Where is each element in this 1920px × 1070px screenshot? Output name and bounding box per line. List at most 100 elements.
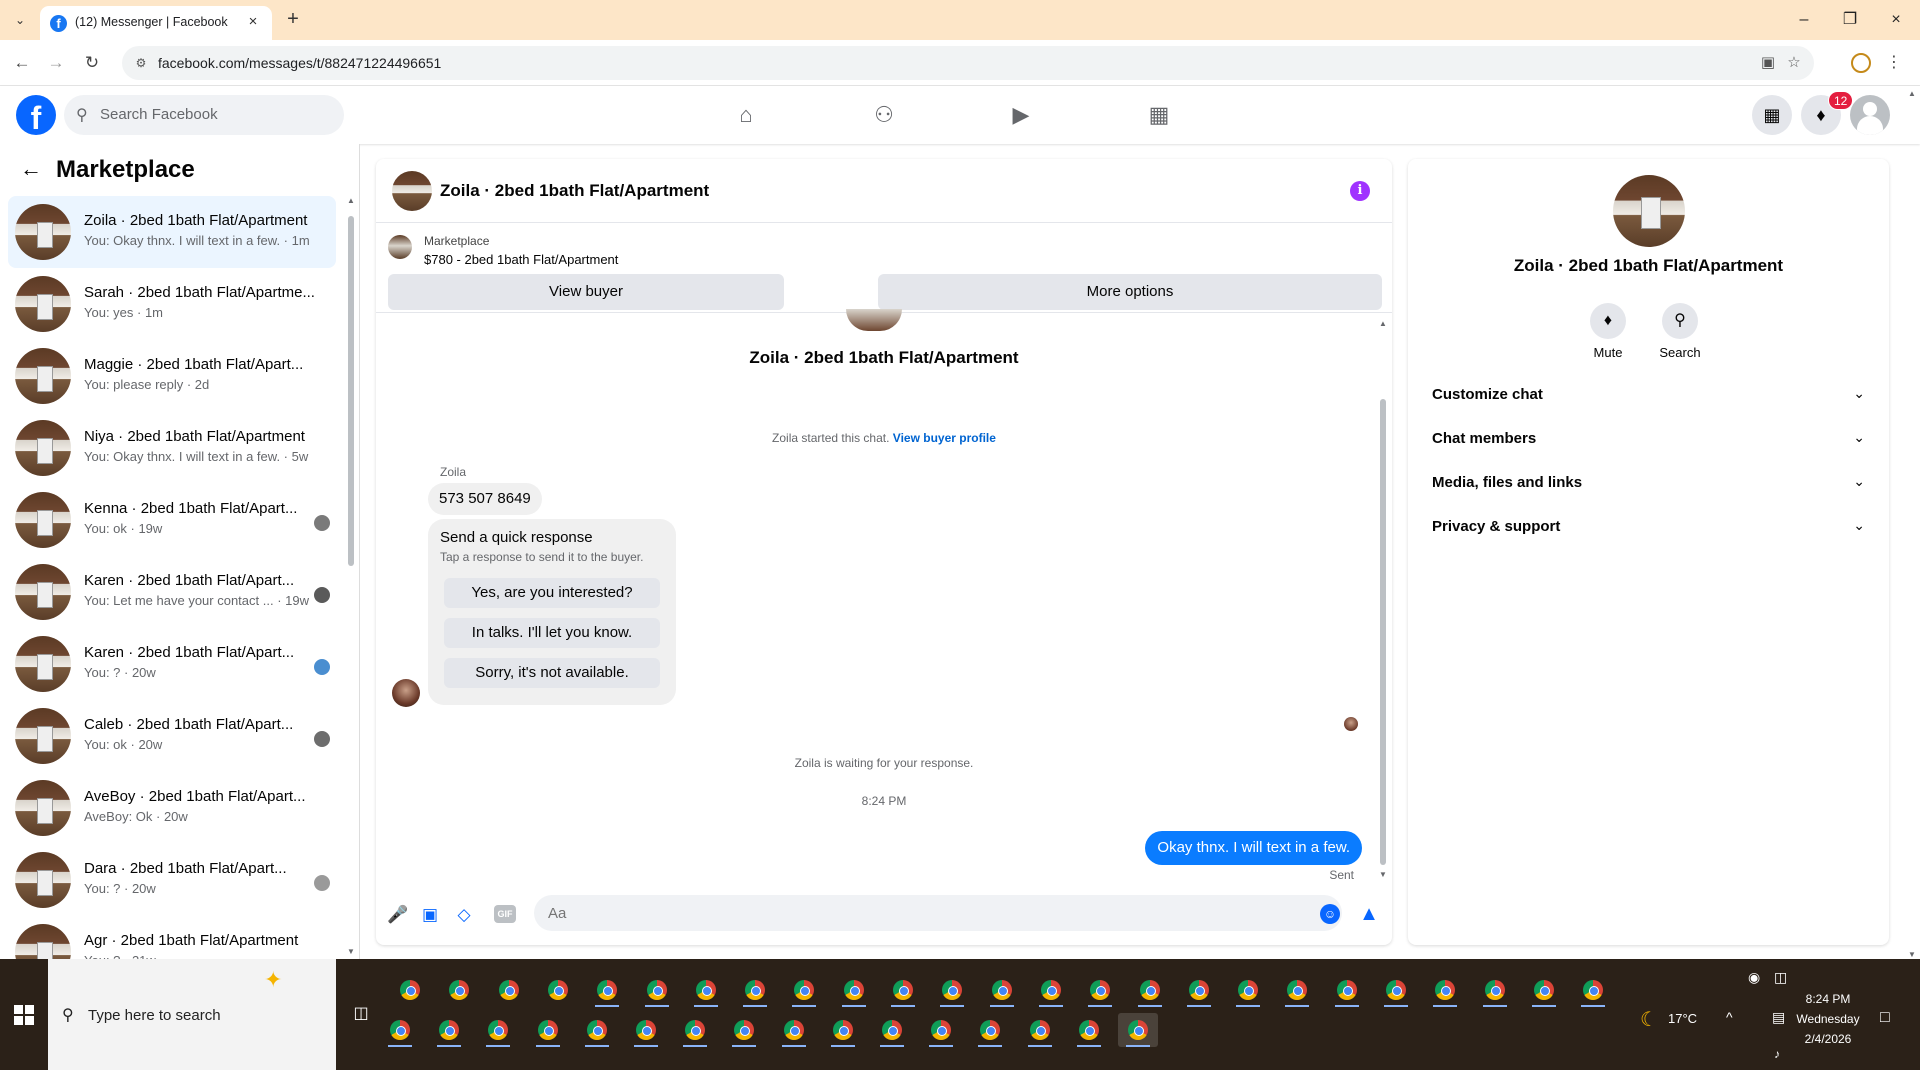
taskbar-app-icon[interactable]: [872, 1013, 912, 1047]
bell-icon[interactable]: ♦: [1590, 303, 1626, 339]
search-icon[interactable]: ⚲: [1662, 303, 1698, 339]
notification-center-icon[interactable]: □: [1880, 1009, 1890, 1027]
taskbar-app-icon[interactable]: [1118, 1013, 1158, 1047]
taskbar-app-icon[interactable]: [970, 1013, 1010, 1047]
browser-menu-icon[interactable]: ⋮: [1886, 52, 1902, 74]
chat-scrollbar[interactable]: ▲ ▼: [1378, 319, 1388, 879]
record-icon[interactable]: ◉: [1748, 969, 1760, 986]
conversation-item[interactable]: Niya · 2bed 1bath Flat/Apartment You: Oka…: [8, 412, 336, 484]
taskbar-app-icon[interactable]: [774, 1013, 814, 1047]
show-hidden-icons-icon[interactable]: ^: [1726, 1009, 1733, 1025]
new-tab-button[interactable]: +: [282, 8, 304, 30]
taskbar-app-icon[interactable]: [921, 1013, 961, 1047]
taskbar-clock[interactable]: 8:24 PM Wednesday 2/4/2026: [1786, 989, 1870, 1049]
mute-action[interactable]: ♦ Mute: [1573, 303, 1643, 360]
emoji-icon[interactable]: ☺: [1320, 904, 1340, 924]
scroll-down-icon[interactable]: ▼: [1906, 950, 1918, 959]
taskbar-app-icon[interactable]: [1228, 973, 1268, 1007]
chat-scroll-thumb[interactable]: [1380, 399, 1386, 865]
taskbar-app-icon[interactable]: [675, 1013, 715, 1047]
sidebar-scroll-thumb[interactable]: [348, 216, 354, 566]
tab-close-icon[interactable]: ×: [244, 13, 262, 31]
microphone-icon[interactable]: 🎤: [386, 903, 410, 927]
taskbar-app-icon[interactable]: [1020, 1013, 1060, 1047]
attach-photo-icon[interactable]: ▣: [418, 903, 442, 927]
conversation-info-icon[interactable]: i: [1350, 181, 1370, 201]
site-info-icon[interactable]: ⚙: [132, 54, 150, 72]
video-icon[interactable]: ▶: [1001, 98, 1041, 132]
taskbar-app-icon[interactable]: [1069, 1013, 1109, 1047]
taskbar-app-icon[interactable]: [577, 1013, 617, 1047]
close-window-button[interactable]: ×: [1868, 0, 1920, 40]
more-options-button[interactable]: More options: [878, 274, 1382, 310]
conversation-item[interactable]: Karen · 2bed 1bath Flat/Apart... You: Let…: [8, 556, 336, 628]
taskbar-app-icon[interactable]: [1080, 973, 1120, 1007]
outgoing-message-bubble[interactable]: Okay thnx. I will text in a few.: [1145, 831, 1362, 865]
taskbar-app-icon[interactable]: [1524, 973, 1564, 1007]
message-input[interactable]: [534, 895, 1342, 931]
sidebar-scrollbar[interactable]: ▲ ▼: [347, 196, 355, 956]
menu-grid-icon[interactable]: ▦: [1752, 95, 1792, 135]
listing-title[interactable]: $780 - 2bed 1bath Flat/Apartment: [424, 252, 618, 267]
taskbar-app-icon[interactable]: [784, 973, 824, 1007]
taskbar-app-icon[interactable]: [390, 973, 430, 1007]
chat-members-section[interactable]: Chat members ⌄: [1416, 417, 1881, 461]
scroll-up-icon[interactable]: ▲: [1906, 89, 1918, 98]
facebook-logo-icon[interactable]: f: [16, 95, 56, 135]
sticker-icon[interactable]: ◇: [452, 903, 476, 927]
taskbar-app-icon[interactable]: [1425, 973, 1465, 1007]
taskbar-app-icon[interactable]: [1376, 973, 1416, 1007]
scroll-down-icon[interactable]: ▼: [347, 947, 355, 956]
task-view-icon[interactable]: ◫: [350, 1003, 372, 1023]
taskbar-app-icon[interactable]: [1179, 973, 1219, 1007]
taskbar-app-icon[interactable]: [1327, 973, 1367, 1007]
media-files-links-section[interactable]: Media, files and links ⌄: [1416, 461, 1881, 505]
home-icon[interactable]: ⌂: [726, 98, 766, 132]
sender-avatar[interactable]: [392, 679, 420, 707]
clipboard-icon[interactable]: ◫: [1774, 969, 1787, 986]
taskbar-app-icon[interactable]: [429, 1013, 469, 1047]
volume-icon[interactable]: ♪: [1774, 1047, 1780, 1061]
customize-chat-section[interactable]: Customize chat ⌄: [1416, 373, 1881, 417]
search-action[interactable]: ⚲ Search: [1645, 303, 1715, 360]
reload-icon[interactable]: ↻: [80, 52, 104, 74]
taskbar-app-icon[interactable]: [380, 1013, 420, 1047]
tab-search-button[interactable]: ⌄: [8, 10, 32, 30]
taskbar-app-icon[interactable]: [489, 973, 529, 1007]
conversation-item[interactable]: Sarah · 2bed 1bath Flat/Apartme... You: y…: [8, 268, 336, 340]
page-scrollbar[interactable]: ▲ ▼: [1906, 89, 1918, 959]
forward-icon[interactable]: →: [44, 52, 68, 74]
chat-title[interactable]: Zoila · 2bed 1bath Flat/Apartment: [440, 181, 709, 201]
taskbar-app-icon[interactable]: [686, 973, 726, 1007]
taskbar-app-icon[interactable]: [883, 973, 923, 1007]
address-bar[interactable]: ⚙ facebook.com/messages/t/88247122449665…: [122, 46, 1814, 80]
taskbar-app-icon[interactable]: [1031, 973, 1071, 1007]
view-buyer-profile-link[interactable]: View buyer profile: [893, 431, 996, 445]
scroll-up-icon[interactable]: ▲: [1378, 319, 1388, 328]
friends-icon[interactable]: ⚇: [864, 98, 904, 132]
taskbar-app-icon[interactable]: [724, 1013, 764, 1047]
conversation-item[interactable]: Zoila · 2bed 1bath Flat/Apartment You: Ok…: [8, 196, 336, 268]
quick-response-button[interactable]: Yes, are you interested?: [444, 578, 660, 608]
conversation-item[interactable]: Kenna · 2bed 1bath Flat/Apart... You: ok …: [8, 484, 336, 556]
conversation-item[interactable]: Karen · 2bed 1bath Flat/Apart... You: ? ·…: [8, 628, 336, 700]
install-app-icon[interactable]: ▣: [1758, 54, 1778, 72]
listing-thumbnail[interactable]: [388, 235, 412, 259]
taskbar-app-icon[interactable]: [637, 973, 677, 1007]
taskbar-app-icon[interactable]: [735, 973, 775, 1007]
gaming-icon[interactable]: ▦: [1139, 98, 1179, 132]
chat-avatar[interactable]: [392, 171, 432, 211]
taskbar-app-icon[interactable]: [587, 973, 627, 1007]
weather-moon-icon[interactable]: ☾: [1640, 1007, 1658, 1032]
bookmark-star-icon[interactable]: ☆: [1784, 54, 1804, 72]
privacy-support-section[interactable]: Privacy & support ⌄: [1416, 505, 1881, 549]
taskbar-app-icon[interactable]: [823, 1013, 863, 1047]
conversation-item[interactable]: Agr · 2bed 1bath Flat/ApartmentYou: ? · …: [8, 916, 336, 959]
taskbar-search-box[interactable]: ⚲ Type here to search ✦: [48, 959, 336, 1070]
conversation-item[interactable]: Caleb · 2bed 1bath Flat/Apart... You: ok …: [8, 700, 336, 772]
taskbar-app-icon[interactable]: [1277, 973, 1317, 1007]
conversation-item[interactable]: AveBoy · 2bed 1bath Flat/Apart... AveBoy:…: [8, 772, 336, 844]
conversation-item[interactable]: Dara · 2bed 1bath Flat/Apart... You: ? · …: [8, 844, 336, 916]
incoming-message-bubble[interactable]: 573 507 8649: [428, 483, 542, 515]
quick-response-button[interactable]: In talks. I'll let you know.: [444, 618, 660, 648]
